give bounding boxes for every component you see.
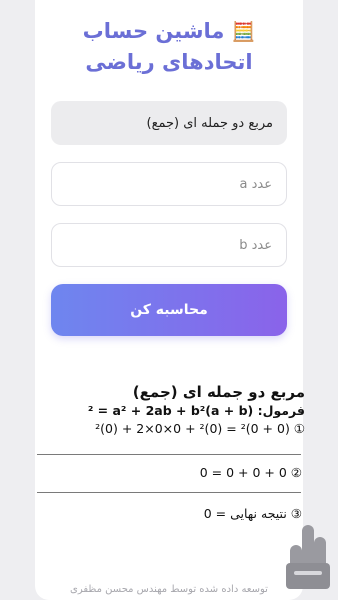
divider xyxy=(37,454,301,455)
identity-select[interactable]: مربع دو جمله ای (جمع) xyxy=(51,101,287,145)
result-step-3: ③ نتیجه نهایی = 0 xyxy=(203,506,302,521)
calculate-button-label: محاسبه کن xyxy=(130,302,208,318)
app-logo-icon xyxy=(286,525,330,589)
input-a-placeholder: عدد a xyxy=(239,176,272,192)
divider xyxy=(37,492,301,493)
abacus-icon: 🧮 xyxy=(231,21,256,43)
result-step-2: ② 0 + 0 + 0 = 0 xyxy=(199,465,302,480)
page-title: 🧮 ماشین حساب اتحادهای ریاضی xyxy=(35,16,303,77)
identity-select-value: مربع دو جمله ای (جمع) xyxy=(146,115,274,131)
result-panel: مربع دو جمله ای (جمع) فرمول: (a + b)² = … xyxy=(0,382,338,438)
result-title: مربع دو جمله ای (جمع) xyxy=(132,383,305,401)
calculate-button[interactable]: محاسبه کن xyxy=(51,284,287,336)
input-b-field[interactable]: عدد b xyxy=(51,223,287,267)
result-formula: فرمول: (a + b)² = a² + 2ab + b² xyxy=(87,403,305,418)
result-step-1: ① (0 + 0)² = (0)² + 0×0×2 + (0)² xyxy=(95,421,305,436)
page-title-text: ماشین حساب اتحادهای ریاضی xyxy=(82,19,253,74)
input-a-field[interactable]: عدد a xyxy=(51,162,287,206)
input-b-placeholder: عدد b xyxy=(239,237,272,253)
